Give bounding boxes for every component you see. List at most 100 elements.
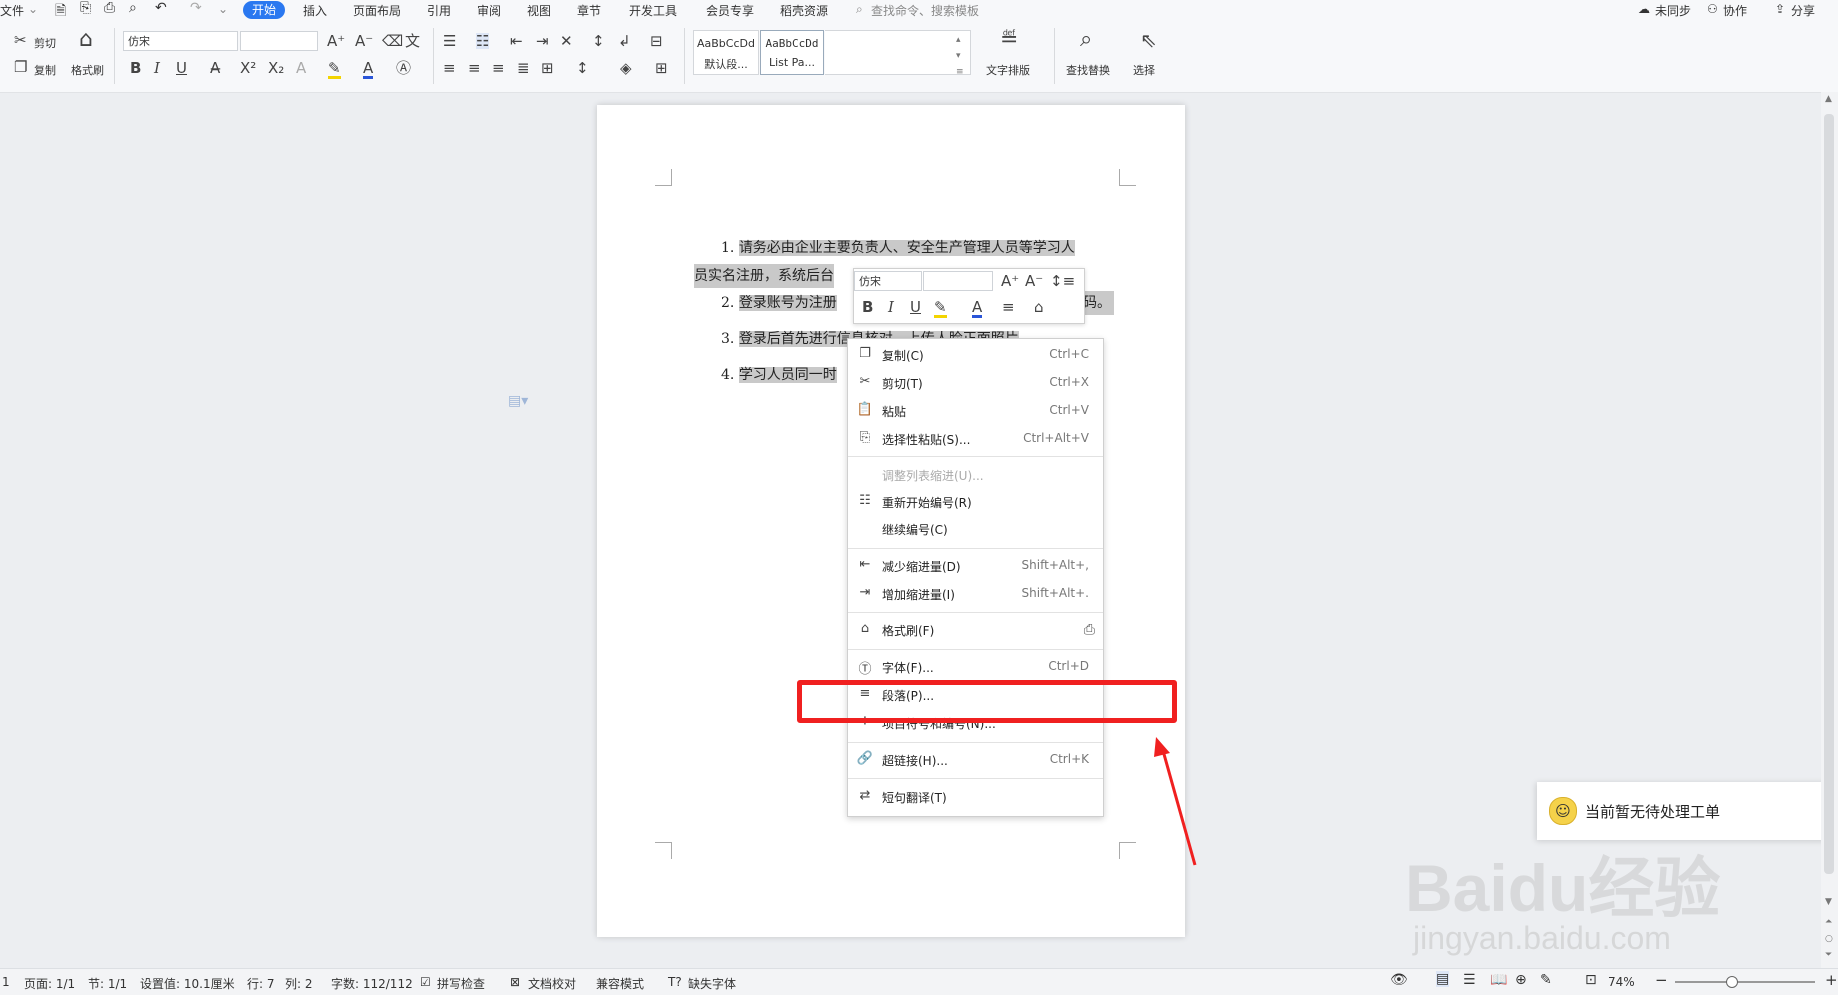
tab-references[interactable]: 引用 bbox=[427, 2, 451, 19]
cursor-icon[interactable]: ⇖ bbox=[1140, 28, 1157, 52]
status-setting[interactable]: 设置值: 10.1厘米 bbox=[140, 975, 235, 992]
zoom-slider[interactable] bbox=[1675, 976, 1815, 988]
status-col[interactable]: 列: 2 bbox=[285, 975, 313, 992]
web-view-icon[interactable]: ⊕ bbox=[1515, 972, 1527, 988]
print-preview-icon[interactable]: ⌕ bbox=[129, 0, 137, 16]
list-item[interactable]: 4. 学习人员同一时 bbox=[721, 363, 837, 387]
sync-status[interactable]: 未同步 bbox=[1655, 2, 1691, 19]
align-left-icon[interactable]: ≡ bbox=[443, 60, 456, 76]
tab-review[interactable]: 审阅 bbox=[477, 2, 501, 19]
text-layout-button[interactable]: 文字排版 bbox=[986, 62, 1030, 78]
sort-icon[interactable]: ↕ bbox=[592, 33, 605, 49]
command-search-input[interactable]: 查找命令、搜索模板 bbox=[871, 2, 979, 19]
menu-item-restart-numbering[interactable]: ☷ 重新开始编号(R) bbox=[848, 490, 1103, 514]
scissors-icon[interactable]: ✂ bbox=[14, 32, 27, 48]
find-replace-icon[interactable]: ⌕ bbox=[1080, 28, 1092, 52]
spell-check-button[interactable]: 拼写检查 bbox=[437, 975, 485, 992]
scroll-up-icon[interactable]: ▲ bbox=[1825, 94, 1832, 104]
quick-access-chevron-icon[interactable]: ⌄ bbox=[218, 2, 228, 16]
status-section[interactable]: 节: 1/1 bbox=[88, 975, 127, 992]
zoom-in-icon[interactable]: + bbox=[1825, 971, 1838, 989]
menu-item-continue-numbering[interactable]: 继续编号(C) bbox=[848, 517, 1103, 541]
menu-item-font[interactable]: Ⓣ 字体(F)... Ctrl+D bbox=[848, 655, 1103, 679]
tab-page-layout[interactable]: 页面布局 bbox=[353, 2, 401, 19]
undo-icon[interactable]: ↶ bbox=[155, 0, 167, 16]
list-item-continuation[interactable]: 员实名注册，系统后台 bbox=[694, 264, 834, 288]
justify-icon[interactable]: ≣ bbox=[517, 60, 530, 76]
format-painter-button[interactable]: 格式刷 bbox=[71, 62, 104, 78]
subscript-icon[interactable]: X₂ bbox=[268, 60, 284, 76]
tab-docer[interactable]: 稻壳资源 bbox=[780, 2, 828, 19]
tab-home[interactable]: 开始 bbox=[243, 1, 285, 19]
format-painter-lock-icon[interactable]: ⎙ bbox=[1084, 622, 1095, 638]
font-color-icon[interactable]: A bbox=[363, 60, 374, 79]
align-icon[interactable]: ≡ bbox=[1002, 299, 1015, 315]
decrease-indent-icon[interactable]: ⇤ bbox=[510, 33, 523, 49]
menu-item-copy[interactable]: ❐ 复制(C) Ctrl+C bbox=[848, 343, 1103, 367]
write-view-icon[interactable]: ✎ bbox=[1540, 972, 1552, 988]
bold-icon[interactable]: B bbox=[130, 60, 141, 76]
numbering-icon[interactable]: ☷ bbox=[476, 33, 490, 49]
style-list-paragraph[interactable]: AaBbCcDd List Pa... bbox=[760, 30, 824, 75]
mini-size-select[interactable] bbox=[923, 271, 993, 291]
reading-view-icon[interactable]: 📖 bbox=[1490, 972, 1507, 988]
copy-button[interactable]: 复制 bbox=[34, 62, 56, 78]
print-icon[interactable]: ⎙ bbox=[104, 0, 115, 16]
list-item-tail[interactable]: 码。 bbox=[1083, 291, 1114, 315]
italic-icon[interactable]: I bbox=[888, 299, 894, 315]
mini-font-select[interactable]: 仿宋 bbox=[854, 271, 922, 291]
fit-page-icon[interactable]: ⊡ bbox=[1585, 972, 1597, 988]
text-layout-icon[interactable]: ≝ bbox=[1000, 28, 1018, 52]
line-spacing-icon[interactable]: ↕ bbox=[576, 60, 589, 76]
text-effect-icon[interactable]: A bbox=[296, 60, 306, 76]
gallery-scroll-icon[interactable]: ▴ ▾ ≡ bbox=[956, 32, 964, 80]
menu-item-paste-special[interactable]: ⎘ 选择性粘贴(S)... Ctrl+Alt+V bbox=[848, 427, 1103, 451]
grow-font-icon[interactable]: A⁺ bbox=[1001, 273, 1019, 289]
bullets-icon[interactable]: ☰ bbox=[443, 33, 456, 49]
export-icon[interactable]: ⎘ bbox=[80, 0, 91, 16]
status-row[interactable]: 行: 7 bbox=[247, 975, 275, 992]
underline-icon[interactable]: U bbox=[176, 60, 187, 76]
next-page-icon[interactable]: ⏷ bbox=[1825, 950, 1832, 960]
eye-protect-icon[interactable]: 👁 bbox=[1390, 972, 1408, 988]
shrink-font-icon[interactable]: A⁻ bbox=[1025, 273, 1043, 289]
grow-font-icon[interactable]: A⁺ bbox=[327, 33, 345, 49]
redo-icon[interactable]: ↷ bbox=[190, 0, 202, 16]
increase-indent-icon[interactable]: ⇥ bbox=[536, 33, 549, 49]
collab-button[interactable]: 协作 bbox=[1723, 2, 1747, 19]
distribute-icon[interactable]: ⊞ bbox=[541, 60, 554, 76]
table-tab-icon[interactable]: ⊟ bbox=[650, 33, 663, 49]
italic-icon[interactable]: I bbox=[154, 60, 160, 76]
menu-item-translate[interactable]: ⇄ 短句翻译(T) bbox=[848, 785, 1103, 809]
style-default[interactable]: AaBbCcDd 默认段... bbox=[693, 30, 759, 75]
bold-icon[interactable]: B bbox=[862, 299, 873, 315]
menu-item-cut[interactable]: ✂ 剪切(T) Ctrl+X bbox=[848, 371, 1103, 395]
scroll-down-icon[interactable]: ▼ bbox=[1825, 897, 1832, 907]
tab-chapter[interactable]: 章节 bbox=[577, 2, 601, 19]
font-color-icon[interactable]: A bbox=[972, 299, 983, 318]
menu-item-increase-indent[interactable]: ⇥ 增加缩进量(I) Shift+Alt+. bbox=[848, 582, 1103, 606]
strikethrough-icon[interactable]: A̶ bbox=[210, 60, 220, 76]
menu-item-paste[interactable]: 📋 粘贴 Ctrl+V bbox=[848, 399, 1103, 423]
tab-view[interactable]: 视图 bbox=[527, 2, 551, 19]
notification-toast[interactable]: ☺ 当前暂无待处理工单 bbox=[1537, 782, 1838, 840]
font-size-select[interactable] bbox=[240, 31, 318, 51]
shading-icon[interactable]: ◈ bbox=[620, 60, 632, 76]
pinyin-guide-icon[interactable]: 文 bbox=[405, 33, 420, 49]
status-page[interactable]: 页面: 1/1 bbox=[24, 975, 75, 992]
select-browse-icon[interactable]: ○ bbox=[1825, 934, 1833, 944]
find-replace-button[interactable]: 查找替换 bbox=[1066, 62, 1110, 78]
char-border-icon[interactable]: Ⓐ bbox=[396, 60, 411, 76]
zoom-level[interactable]: 74% bbox=[1608, 975, 1635, 989]
menu-item-hyperlink[interactable]: 🔗 超链接(H)... Ctrl+K bbox=[848, 748, 1103, 772]
page-view-icon[interactable]: ▤ bbox=[1436, 971, 1450, 987]
underline-icon[interactable]: U bbox=[910, 299, 921, 315]
share-button[interactable]: 分享 bbox=[1791, 2, 1815, 19]
superscript-icon[interactable]: X² bbox=[240, 60, 256, 76]
select-button[interactable]: 选择 bbox=[1133, 62, 1155, 78]
cut-button[interactable]: 剪切 bbox=[34, 35, 56, 51]
copy-icon[interactable]: ❐ bbox=[14, 59, 27, 75]
menu-item-format-painter[interactable]: ⌂ 格式刷(F) ⎙ bbox=[848, 618, 1103, 642]
font-name-select[interactable]: 仿宋 bbox=[123, 31, 238, 51]
status-word-count[interactable]: 字数: 112/112 bbox=[331, 975, 413, 992]
